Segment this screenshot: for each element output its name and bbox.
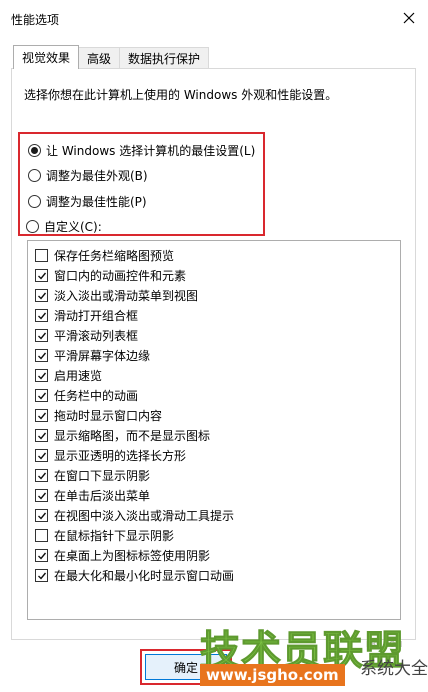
effect-checkbox-item[interactable]: 保存任务栏缩略图预览 xyxy=(35,246,174,265)
radio-selected-icon xyxy=(28,144,41,157)
effect-label: 窗口内的动画控件和元素 xyxy=(54,269,187,283)
radio-label: 自定义(C): xyxy=(44,220,102,234)
checkbox-checked-icon xyxy=(35,449,48,462)
checkbox-checked-icon xyxy=(35,369,48,382)
effect-label: 任务栏中的动画 xyxy=(54,389,139,403)
effect-checkbox-item[interactable]: 窗口内的动画控件和元素 xyxy=(35,266,186,285)
effect-checkbox-item[interactable]: 平滑滚动列表框 xyxy=(35,326,138,345)
effect-label: 在桌面上为图标标签使用阴影 xyxy=(54,549,211,563)
effect-checkbox-item[interactable]: 在视图中淡入淡出或滑动工具提示 xyxy=(35,506,234,525)
effect-label: 保存任务栏缩略图预览 xyxy=(54,249,175,263)
radio-label: 调整为最佳性能(P) xyxy=(46,195,147,209)
close-button[interactable] xyxy=(396,6,422,30)
tab-data-execution-prevention[interactable]: 数据执行保护 xyxy=(119,47,210,69)
effect-checkbox-item[interactable]: 显示亚透明的选择长方形 xyxy=(35,446,186,465)
checkbox-checked-icon xyxy=(35,549,48,562)
effect-checkbox-item[interactable]: 在最大化和最小化时显示窗口动画 xyxy=(35,566,234,585)
checkbox-checked-icon xyxy=(35,289,48,302)
tab-advanced[interactable]: 高级 xyxy=(78,47,121,69)
checkbox-empty-icon xyxy=(35,249,48,262)
effect-checkbox-item[interactable]: 在窗口下显示阴影 xyxy=(35,466,150,485)
effect-label: 在鼠标指针下显示阴影 xyxy=(54,529,175,543)
radio-best-appearance[interactable]: 调整为最佳外观(B) xyxy=(28,167,148,184)
checkbox-checked-icon xyxy=(35,569,48,582)
effect-checkbox-item[interactable]: 在单击后淡出菜单 xyxy=(35,486,150,505)
effect-label: 平滑滚动列表框 xyxy=(54,329,139,343)
checkbox-checked-icon xyxy=(35,329,48,342)
effect-label: 在视图中淡入淡出或滑动工具提示 xyxy=(54,509,235,523)
effect-checkbox-item[interactable]: 在鼠标指针下显示阴影 xyxy=(35,526,174,545)
effect-label: 平滑屏幕字体边缘 xyxy=(54,349,151,363)
radio-empty-icon xyxy=(28,169,41,182)
radio-best-performance[interactable]: 调整为最佳性能(P) xyxy=(28,193,147,210)
effect-label: 滑动打开组合框 xyxy=(54,309,139,323)
effect-label: 在最大化和最小化时显示窗口动画 xyxy=(54,569,235,583)
effect-checkbox-item[interactable]: 任务栏中的动画 xyxy=(35,386,138,405)
tab-strip: 视觉效果 高级 数据执行保护 xyxy=(13,45,210,69)
checkbox-checked-icon xyxy=(35,429,48,442)
effect-label: 拖动时显示窗口内容 xyxy=(54,409,163,423)
description-text: 选择你想在此计算机上使用的 Windows 外观和性能设置。 xyxy=(24,88,338,102)
checkbox-checked-icon xyxy=(35,309,48,322)
radio-let-windows-choose[interactable]: 让 Windows 选择计算机的最佳设置(L) xyxy=(28,142,255,159)
effect-label: 淡入淡出或滑动菜单到视图 xyxy=(54,289,199,303)
checkbox-checked-icon xyxy=(35,349,48,362)
radio-label: 让 Windows 选择计算机的最佳设置(L) xyxy=(46,144,256,158)
title-bar: 性能选项 xyxy=(0,0,428,34)
checkbox-checked-icon xyxy=(35,269,48,282)
effect-label: 显示缩略图，而不是显示图标 xyxy=(54,429,211,443)
checkbox-checked-icon xyxy=(35,409,48,422)
visual-effects-list[interactable]: 保存任务栏缩略图预览 窗口内的动画控件和元素 淡入淡出或滑动菜单到视图 滑动打开组合框… xyxy=(27,240,401,620)
effect-label: 显示亚透明的选择长方形 xyxy=(54,449,187,463)
effect-checkbox-item[interactable]: 拖动时显示窗口内容 xyxy=(35,406,162,425)
radio-label: 调整为最佳外观(B) xyxy=(46,169,148,183)
effect-checkbox-item[interactable]: 淡入淡出或滑动菜单到视图 xyxy=(35,286,198,305)
effect-checkbox-item[interactable]: 滑动打开组合框 xyxy=(35,306,138,325)
effect-checkbox-item[interactable]: 显示缩略图，而不是显示图标 xyxy=(35,426,210,445)
effect-checkbox-item[interactable]: 在桌面上为图标标签使用阴影 xyxy=(35,546,210,565)
radio-empty-icon xyxy=(28,195,41,208)
effect-label: 在窗口下显示阴影 xyxy=(54,469,151,483)
close-icon xyxy=(403,12,415,24)
watermark-url: www.jsgho.com xyxy=(200,664,345,686)
checkbox-checked-icon xyxy=(35,489,48,502)
effect-label: 在单击后淡出菜单 xyxy=(54,489,151,503)
radio-custom[interactable]: 自定义(C): xyxy=(26,218,102,235)
window-title: 性能选项 xyxy=(11,13,60,27)
checkbox-empty-icon xyxy=(35,529,48,542)
effect-checkbox-item[interactable]: 启用速览 xyxy=(35,366,102,385)
checkbox-checked-icon xyxy=(35,389,48,402)
effect-checkbox-item[interactable]: 平滑屏幕字体边缘 xyxy=(35,346,150,365)
effect-label: 启用速览 xyxy=(54,369,103,383)
tab-visual-effects[interactable]: 视觉效果 xyxy=(13,45,80,69)
checkbox-checked-icon xyxy=(35,469,48,482)
radio-empty-icon xyxy=(26,220,39,233)
watermark-tail-text: 系统大全 xyxy=(360,659,428,679)
checkbox-checked-icon xyxy=(35,509,48,522)
